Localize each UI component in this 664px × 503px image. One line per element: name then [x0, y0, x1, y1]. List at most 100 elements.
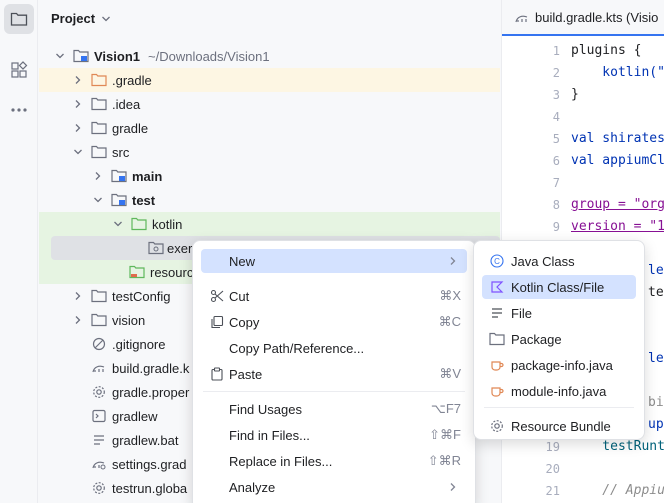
- scissors-icon: [209, 288, 225, 304]
- line-number: 4: [552, 110, 560, 124]
- module-folder-icon: [111, 192, 127, 208]
- menu-item-paste[interactable]: Paste ⌘V: [201, 362, 467, 386]
- chevron-right-icon[interactable]: [71, 97, 85, 111]
- menu-shortcut: ⌘C: [438, 314, 461, 329]
- java-class-icon: C: [489, 253, 505, 269]
- tree-row-gradle[interactable]: gradle: [39, 116, 500, 140]
- submenu-item-package[interactable]: Package: [482, 327, 636, 351]
- tree-label: gradle.proper: [112, 384, 190, 400]
- submenu-item-file[interactable]: File: [482, 301, 636, 325]
- gradle-file-icon: [515, 15, 528, 22]
- more-tools-button[interactable]: [4, 95, 34, 125]
- menu-item-label: Cut: [229, 288, 250, 304]
- tool-window-strip: [0, 0, 38, 503]
- line-number: 20: [545, 462, 560, 476]
- line-number: 19: [545, 440, 560, 454]
- menu-item-label: Copy Path/Reference...: [229, 340, 365, 356]
- menu-separator: [203, 391, 465, 392]
- tree-label: build.gradle.k: [112, 360, 190, 376]
- tree-label: testConfig: [112, 288, 171, 304]
- editor-tab-build-gradle[interactable]: build.gradle.kts (Visio: [514, 10, 658, 25]
- module-folder-icon: [111, 168, 127, 184]
- line-number: 2: [552, 66, 560, 80]
- submenu-item-label: Kotlin Class/File: [511, 279, 605, 295]
- package-icon: [148, 240, 164, 256]
- submenu-item-kotlin-class[interactable]: Kotlin Class/File: [482, 275, 636, 299]
- tree-label: test: [132, 192, 156, 208]
- submenu-item-java-class[interactable]: C Java Class: [482, 249, 636, 273]
- chevron-down-icon[interactable]: [53, 49, 67, 63]
- chevron-right-icon[interactable]: [71, 121, 85, 135]
- tree-row-kotlin[interactable]: kotlin: [39, 212, 500, 236]
- code-line: version = "1: [571, 219, 664, 234]
- code-line: plugins {: [571, 43, 642, 58]
- submenu-item-resource-bundle[interactable]: Resource Bundle: [482, 414, 636, 438]
- project-tool-button[interactable]: [4, 4, 34, 34]
- chevron-down-icon[interactable]: [91, 193, 105, 207]
- tree-row-idea[interactable]: .idea: [39, 92, 500, 116]
- tree-row-test[interactable]: test: [39, 188, 500, 212]
- ignore-file-icon: [91, 336, 107, 352]
- java-cup-icon: [489, 357, 505, 373]
- tree-label: exer: [167, 240, 193, 256]
- menu-item-find-usages[interactable]: Find Usages ⌥F7: [201, 397, 467, 421]
- menu-item-label: Replace in Files...: [229, 453, 333, 469]
- chevron-down-icon: [102, 16, 111, 21]
- submenu-item-label: package-info.java: [511, 357, 613, 373]
- menu-item-new[interactable]: New: [201, 249, 467, 273]
- line-number: 1: [552, 44, 560, 58]
- menu-item-copy[interactable]: Copy ⌘C: [201, 310, 467, 334]
- tree-label: testrun.globa: [112, 480, 188, 496]
- tree-row-gradle-cache[interactable]: .gradle: [39, 68, 500, 92]
- project-panel-header[interactable]: Project: [51, 11, 111, 26]
- menu-shortcut: ⌥F7: [430, 401, 461, 416]
- code-line: }: [571, 87, 579, 102]
- menu-item-copy-path[interactable]: Copy Path/Reference...: [201, 336, 467, 360]
- tree-row-vision1[interactable]: Vision1 ~/Downloads/Vision1: [39, 44, 500, 68]
- menu-item-cut[interactable]: Cut ⌘X: [201, 284, 467, 308]
- menu-shortcut: ⇧⌘R: [427, 453, 461, 468]
- menu-item-replace-in-files[interactable]: Replace in Files... ⇧⌘R: [201, 449, 467, 473]
- tree-row-src[interactable]: src: [39, 140, 500, 164]
- tree-row-main[interactable]: main: [39, 164, 500, 188]
- menu-item-label: Analyze: [229, 479, 276, 495]
- chevron-down-icon[interactable]: [111, 217, 125, 231]
- active-tab-indicator: [502, 34, 664, 36]
- menu-shortcut: ⌘X: [439, 288, 461, 303]
- submenu-item-module-info[interactable]: module-info.java: [482, 379, 636, 403]
- code-line-fragment: upl: [648, 417, 664, 432]
- code-line-fragment: bit: [648, 395, 664, 410]
- test-folder-icon: [131, 216, 147, 232]
- submenu-item-package-info[interactable]: package-info.java: [482, 353, 636, 377]
- line-number: 21: [545, 484, 560, 498]
- tree-label: gradlew.bat: [112, 432, 179, 448]
- chevron-right-icon[interactable]: [91, 169, 105, 183]
- tree-label: main: [132, 168, 163, 184]
- code-line-fragment: les: [648, 263, 664, 278]
- code-line: kotlin(": [571, 65, 664, 80]
- folder-icon: [10, 12, 28, 26]
- code-line: // Appiu: [571, 483, 664, 498]
- chevron-right-icon[interactable]: [71, 73, 85, 87]
- code-line-fragment: ten: [648, 285, 664, 300]
- menu-item-label: Copy: [229, 314, 260, 330]
- submenu-item-label: Package: [511, 331, 562, 347]
- code-line: val shirates: [571, 131, 664, 146]
- code-line: group = "org: [571, 197, 664, 212]
- line-number: 7: [552, 176, 560, 190]
- module-folder-icon: [73, 48, 89, 64]
- menu-item-find-in-files[interactable]: Find in Files... ⇧⌘F: [201, 423, 467, 447]
- chevron-right-icon[interactable]: [71, 313, 85, 327]
- chevron-right-icon[interactable]: [71, 289, 85, 303]
- structure-tool-button[interactable]: [4, 55, 34, 85]
- gear-icon: [489, 418, 505, 434]
- folder-icon: [91, 72, 107, 88]
- line-number: 5: [552, 132, 560, 146]
- kotlin-file-icon: [489, 279, 505, 295]
- menu-item-label: Paste: [229, 366, 263, 382]
- menu-item-analyze[interactable]: Analyze: [201, 475, 467, 499]
- menu-item-label: New: [229, 253, 256, 269]
- tree-label: gradlew: [112, 408, 158, 424]
- chevron-down-icon[interactable]: [71, 145, 85, 159]
- folder-icon: [91, 96, 107, 112]
